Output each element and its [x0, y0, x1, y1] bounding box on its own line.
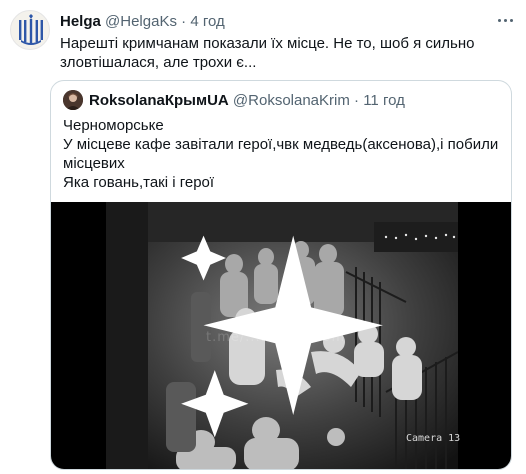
- quoted-tweet-text: Черноморське У місцеве кафе завітали гер…: [63, 116, 503, 192]
- quoted-text-line: У місцеве кафе завітали герої,чвк медвед…: [63, 136, 499, 153]
- author-avatar[interactable]: [10, 10, 50, 50]
- quoted-author-avatar[interactable]: [63, 90, 83, 110]
- camera-label: Camera 13: [406, 433, 461, 444]
- quoted-tweet-header: RoksolanaКрымUA @RoksolanaKrim · 11 год: [89, 91, 405, 110]
- author-name[interactable]: Helga: [60, 13, 101, 30]
- header-separator: ·: [181, 13, 187, 30]
- quoted-text-line: Яка говань,такі і герої: [63, 174, 215, 191]
- quoted-author-name[interactable]: RoksolanaКрымUA: [89, 92, 229, 109]
- trident-avatar-icon: [19, 14, 43, 45]
- video-media[interactable]: t.me/....crimeroom Camera 13: [51, 202, 511, 469]
- more-options-icon[interactable]: [492, 10, 518, 30]
- quoted-text-line: місцевих: [63, 155, 125, 172]
- author-handle[interactable]: @HelgaKs: [105, 13, 177, 30]
- quoted-text-line: Черноморське: [63, 117, 164, 134]
- video-watermark: t.me/....crimeroom: [206, 330, 346, 345]
- tweet-text: Нарешті кримчанам показали їх місце. Не …: [60, 35, 475, 71]
- quoted-header-separator: ·: [354, 92, 360, 109]
- tweet[interactable]: Helga @HelgaKs · 4 год Нарешті кримчанам…: [0, 0, 526, 474]
- quoted-avatar-image: [63, 90, 83, 110]
- quoted-author-handle[interactable]: @RoksolanaKrim: [233, 92, 350, 109]
- quoted-tweet-time[interactable]: 11 год: [363, 92, 405, 109]
- tweet-header: Helga @HelgaKs · 4 год: [60, 12, 225, 31]
- tweet-time[interactable]: 4 год: [190, 13, 224, 30]
- quoted-tweet[interactable]: RoksolanaКрымUA @RoksolanaKrim · 11 год …: [50, 80, 512, 470]
